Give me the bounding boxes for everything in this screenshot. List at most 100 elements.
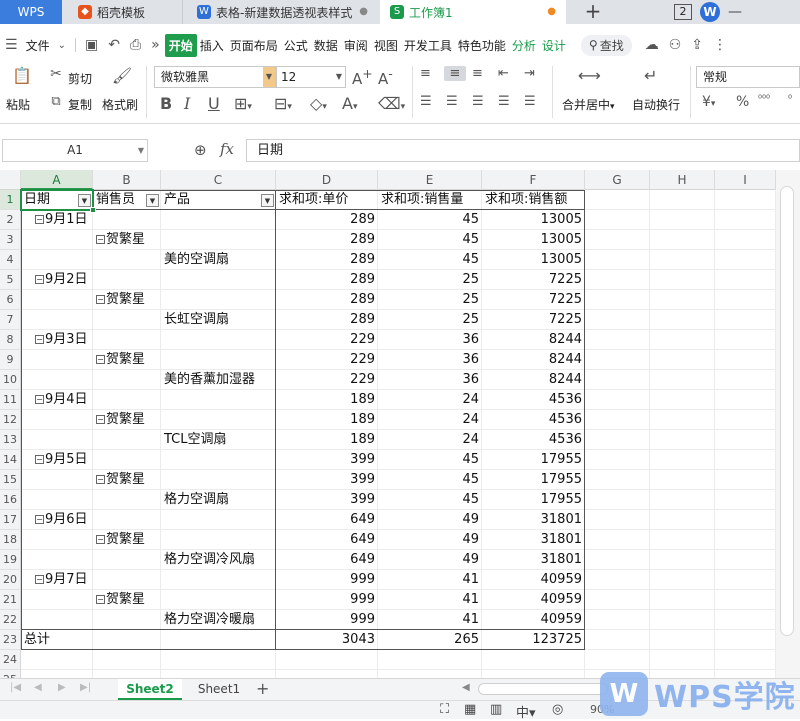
amount-cell[interactable]: 40959 <box>482 590 585 610</box>
amount-cell[interactable]: 40959 <box>482 610 585 630</box>
align-middle-icon[interactable]: ≡ <box>444 66 466 81</box>
italic-icon[interactable]: I <box>184 94 190 113</box>
qty-cell[interactable]: 45 <box>378 230 482 250</box>
first-sheet-icon[interactable]: |◀ <box>10 682 21 693</box>
qty-cell[interactable]: 25 <box>378 310 482 330</box>
row-header-11[interactable]: 11 <box>0 390 21 410</box>
chevron-down-icon[interactable]: ⌄ <box>53 40 71 51</box>
price-cell[interactable]: 999 <box>276 590 378 610</box>
unsaved-dot-icon[interactable]: ● <box>547 6 556 17</box>
save-icon[interactable]: ▣ <box>80 37 103 53</box>
price-cell[interactable]: 189 <box>276 410 378 430</box>
price-cell[interactable]: 289 <box>276 250 378 270</box>
column-header-f[interactable]: F <box>482 170 585 190</box>
collapse-toggle-icon[interactable]: − <box>96 355 105 364</box>
qty-cell[interactable]: 41 <box>378 590 482 610</box>
price-cell[interactable]: 229 <box>276 330 378 350</box>
qty-cell[interactable]: 24 <box>378 430 482 450</box>
collapse-toggle-icon[interactable]: − <box>35 455 44 464</box>
tab-formulas[interactable]: 公式 <box>281 37 311 54</box>
seller-group-cell[interactable]: − 贺繁星 <box>93 530 161 550</box>
page-layout-view-icon[interactable]: ▥ <box>490 702 502 717</box>
zoom-formula-icon[interactable]: ⊕ <box>194 141 207 159</box>
borders-icon[interactable]: ⊞▾ <box>234 94 252 113</box>
price-cell[interactable]: 649 <box>276 530 378 550</box>
product-cell[interactable]: 格力空调冷暖扇 <box>161 610 276 630</box>
price-cell[interactable]: 229 <box>276 350 378 370</box>
search-button[interactable]: ⚲ 查找 <box>580 34 632 56</box>
vertical-scrollbar[interactable] <box>776 170 800 678</box>
row-header-7[interactable]: 7 <box>0 310 21 330</box>
amount-cell[interactable]: 7225 <box>482 270 585 290</box>
tab-page-layout[interactable]: 页面布局 <box>227 37 281 54</box>
product-cell[interactable]: 美的香薰加湿器 <box>161 370 276 390</box>
tab-daoke-templates[interactable]: ◆ 稻壳模板 <box>64 0 180 24</box>
add-sheet-button[interactable]: + <box>256 679 269 699</box>
row-header-22[interactable]: 22 <box>0 610 21 630</box>
price-cell[interactable]: 399 <box>276 450 378 470</box>
qty-cell[interactable]: 24 <box>378 390 482 410</box>
amount-cell[interactable]: 8244 <box>482 350 585 370</box>
format-painter-button[interactable]: 格式刷 <box>102 96 138 113</box>
amount-cell[interactable]: 8244 <box>482 370 585 390</box>
row-header-20[interactable]: 20 <box>0 570 21 590</box>
row-header-15[interactable]: 15 <box>0 470 21 490</box>
price-cell[interactable]: 649 <box>276 510 378 530</box>
thousands-icon[interactable]: ⁰⁰⁰ <box>758 94 770 105</box>
account-avatar[interactable]: W <box>700 2 720 22</box>
product-cell[interactable]: 长虹空调扇 <box>161 310 276 330</box>
price-cell[interactable]: 999 <box>276 610 378 630</box>
name-box[interactable]: A1 ▼ <box>2 139 148 162</box>
qty-cell[interactable]: 25 <box>378 270 482 290</box>
insert-function-icon[interactable]: fx <box>220 140 234 158</box>
qty-cell[interactable]: 41 <box>378 570 482 590</box>
decrease-indent-icon[interactable]: ⇤ <box>498 66 509 81</box>
share-icon[interactable]: ⇪ <box>686 37 708 53</box>
spreadsheet-grid[interactable]: ABCDEFGHI 1 2 3 4 5 6 7 8 9 10 11 12 13 14 15 16 17 18 19 2… <box>0 170 776 678</box>
seller-group-cell[interactable]: − 贺繁星 <box>93 230 161 250</box>
more-options-icon[interactable]: ⋮ <box>708 37 732 53</box>
qty-cell[interactable]: 49 <box>378 530 482 550</box>
share-user-icon[interactable]: ⚇ <box>664 37 687 53</box>
file-menu[interactable]: 文件 <box>23 37 53 54</box>
row-header-24[interactable]: 24 <box>0 650 21 670</box>
font-size-select[interactable]: 12 ▼ <box>276 66 346 88</box>
amount-cell[interactable]: 17955 <box>482 470 585 490</box>
date-group-cell[interactable]: −9月7日 <box>21 570 93 590</box>
price-cell[interactable]: 289 <box>276 270 378 290</box>
last-sheet-icon[interactable]: ▶| <box>80 682 91 693</box>
amount-cell[interactable]: 4536 <box>482 390 585 410</box>
column-header-b[interactable]: B <box>93 170 161 190</box>
select-all-corner[interactable] <box>0 170 21 190</box>
filter-dropdown-icon[interactable]: ▼ <box>261 194 274 207</box>
tab-review[interactable]: 审阅 <box>341 37 371 54</box>
collapse-toggle-icon[interactable]: − <box>96 295 105 304</box>
row-header-25[interactable]: 25 <box>0 670 21 678</box>
pivot-header-qty[interactable]: 求和项:销售量 <box>378 190 482 210</box>
price-cell[interactable]: 289 <box>276 310 378 330</box>
date-group-cell[interactable]: −9月6日 <box>21 510 93 530</box>
tab-home[interactable]: 开始 <box>164 33 197 57</box>
sheet-tab-sheet1[interactable]: Sheet1 <box>188 679 250 700</box>
qty-cell[interactable]: 36 <box>378 370 482 390</box>
active-cell-selection[interactable] <box>20 189 96 213</box>
row-header-3[interactable]: 3 <box>0 230 21 250</box>
fill-color-icon[interactable]: ◇▾ <box>310 94 327 113</box>
align-left-icon[interactable]: ☰ <box>420 94 432 109</box>
total-price-cell[interactable]: 3043 <box>276 630 378 650</box>
seller-group-cell[interactable]: − 贺繁星 <box>93 350 161 370</box>
align-right-icon[interactable]: ☰ <box>472 94 484 109</box>
amount-cell[interactable]: 4536 <box>482 430 585 450</box>
column-header-a[interactable]: A <box>21 170 93 190</box>
qty-cell[interactable]: 41 <box>378 610 482 630</box>
tab-pivot-style-doc[interactable]: W 表格-新建数据透视表样式 ● <box>182 0 378 24</box>
row-header-5[interactable]: 5 <box>0 270 21 290</box>
filter-dropdown-icon[interactable]: ▼ <box>146 194 159 207</box>
price-cell[interactable]: 289 <box>276 290 378 310</box>
qty-cell[interactable]: 24 <box>378 410 482 430</box>
collapse-toggle-icon[interactable]: − <box>35 575 44 584</box>
pivot-header-product[interactable]: 产品 <box>161 190 276 210</box>
qty-cell[interactable]: 45 <box>378 450 482 470</box>
more-icon[interactable]: » <box>146 37 165 53</box>
row-header-23[interactable]: 23 <box>0 630 21 650</box>
